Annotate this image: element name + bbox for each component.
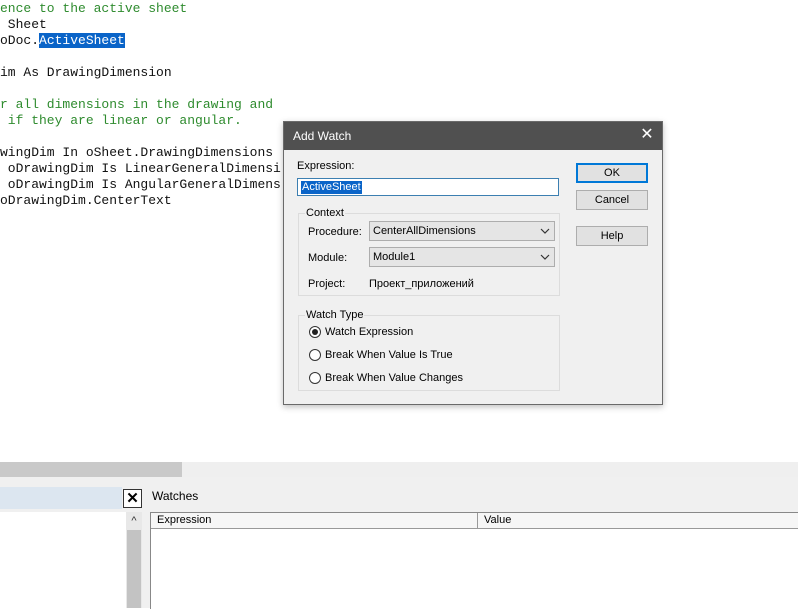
- left-pane-titlebar: [0, 487, 122, 509]
- ok-button[interactable]: OK: [576, 163, 648, 183]
- close-icon[interactable]: ✕: [123, 489, 142, 508]
- code-line: oDrawingDim Is AngularGeneralDimens: [0, 177, 281, 192]
- module-label: Module:: [308, 252, 348, 264]
- left-pane-vertical-scrollbar[interactable]: ^: [126, 512, 142, 608]
- watches-grid[interactable]: Expression Value: [150, 512, 798, 609]
- chevron-down-icon: [540, 250, 550, 267]
- project-label: Project:: [308, 278, 346, 290]
- add-watch-dialog: Add Watch ✕ Expression: ActiveSheet Cont…: [283, 121, 663, 405]
- radio-button[interactable]: [309, 349, 321, 361]
- selected-text: ActiveSheet: [39, 33, 125, 48]
- column-header-value[interactable]: Value: [478, 513, 798, 528]
- code-line: wingDim In oSheet.DrawingDimensions: [0, 145, 274, 160]
- scroll-up-icon[interactable]: ^: [126, 512, 142, 528]
- watches-grid-header: Expression Value: [151, 513, 798, 529]
- code-line: ence to the active sheet: [0, 1, 188, 16]
- code-line: Sheet: [0, 17, 47, 32]
- help-button[interactable]: Help: [576, 226, 648, 246]
- cancel-button[interactable]: Cancel: [576, 190, 648, 210]
- context-legend: Context: [305, 207, 345, 219]
- module-select[interactable]: Module1: [369, 247, 555, 267]
- radio-label: Watch Expression: [325, 326, 414, 338]
- procedure-label: Procedure:: [308, 226, 362, 238]
- editor-horizontal-scrollbar[interactable]: [0, 462, 798, 477]
- code-line: if they are linear or angular.: [0, 113, 242, 128]
- module-value: Module1: [373, 251, 416, 263]
- watch-type-group: Watch Type Watch Expression Break When V…: [298, 309, 560, 391]
- scrollbar-thumb[interactable]: [0, 462, 182, 477]
- expression-label: Expression:: [297, 160, 355, 172]
- chevron-down-icon: [540, 224, 550, 241]
- left-pane-body: [0, 512, 126, 608]
- dialog-titlebar[interactable]: Add Watch ✕: [284, 122, 662, 150]
- expression-value: ActiveSheet: [301, 181, 362, 194]
- code-line: oDrawingDim.CenterText: [0, 193, 172, 208]
- context-group: Context Procedure: CenterAllDimensions M…: [298, 207, 560, 296]
- watch-type-legend: Watch Type: [305, 309, 365, 321]
- code-line: oDoc.ActiveSheet: [0, 33, 125, 49]
- radio-label: Break When Value Changes: [325, 372, 463, 384]
- radio-label: Break When Value Is True: [325, 349, 453, 361]
- close-icon[interactable]: ✕: [638, 126, 656, 144]
- expression-input[interactable]: ActiveSheet: [297, 178, 559, 196]
- radio-button[interactable]: [309, 372, 321, 384]
- procedure-select[interactable]: CenterAllDimensions: [369, 221, 555, 241]
- project-value: Проект_приложений: [369, 278, 474, 290]
- watches-pane-title: Watches: [152, 489, 199, 503]
- radio-button[interactable]: [309, 326, 321, 338]
- code-line: r all dimensions in the drawing and: [0, 97, 274, 112]
- code-text: oDoc.: [0, 33, 40, 48]
- column-header-expression[interactable]: Expression: [151, 513, 478, 528]
- code-line: oDrawingDim Is LinearGeneralDimensi: [0, 161, 281, 176]
- scrollbar-thumb[interactable]: [127, 530, 141, 608]
- code-line: im As DrawingDimension: [0, 65, 172, 80]
- dialog-title: Add Watch: [293, 129, 352, 143]
- procedure-value: CenterAllDimensions: [373, 225, 476, 237]
